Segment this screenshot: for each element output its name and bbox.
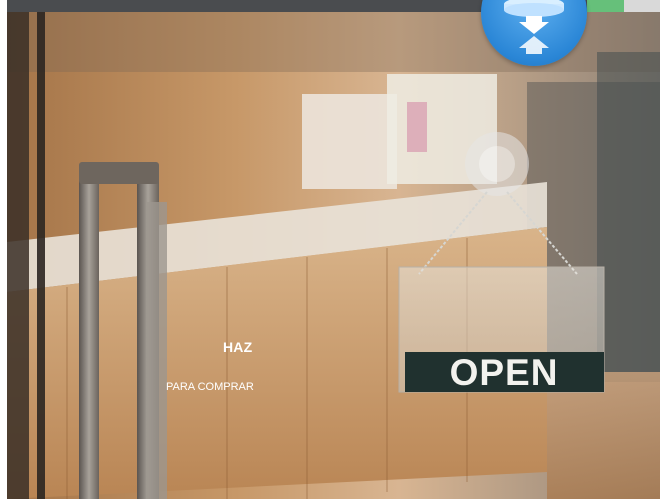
open-sign-text: OPEN [449,352,559,393]
hero-image: OPEN [7,12,660,499]
top-bar-accent-gray [624,0,660,12]
hero-title: HAZ [223,339,253,355]
top-bar-accent-green [587,0,624,12]
compress-button[interactable] [481,0,587,66]
compress-arrows-icon [504,0,564,54]
hero-subtitle: PARA COMPRAR [166,381,254,393]
page: OPEN HAZ PARA COMPRAR [0,0,660,499]
shop-door-illustration [7,12,660,499]
